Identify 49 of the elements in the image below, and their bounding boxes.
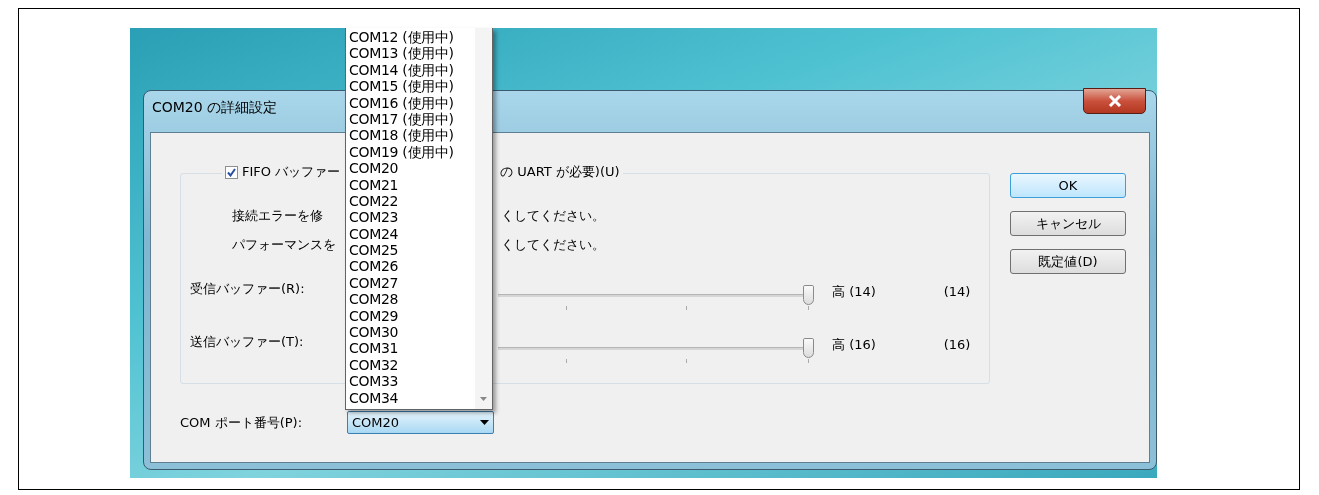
list-item[interactable]: COM18 (使用中) (349, 127, 475, 144)
slider-value: (14) (943, 284, 972, 299)
list-item[interactable]: COM14 (使用中) (349, 61, 475, 79)
slider-value: (16) (943, 337, 972, 352)
list-item[interactable]: COM31 (349, 340, 475, 357)
list-item[interactable]: COM26 (349, 258, 475, 275)
list-item[interactable]: COM25 (349, 242, 475, 259)
scrollbar[interactable] (475, 28, 492, 409)
slider-label: 送信バッファー(T): (190, 332, 304, 351)
dialog-button[interactable]: 既定値(D) (1010, 249, 1126, 274)
caret-icon (480, 420, 489, 425)
list-item[interactable]: COM12 (使用中) (349, 29, 475, 46)
close-icon (1107, 94, 1122, 107)
note-text: くしてください。 (501, 235, 605, 254)
note-text: くしてください。 (501, 206, 605, 225)
slider-thumb[interactable] (803, 285, 814, 305)
max-label: 高 (14) (832, 282, 877, 301)
list-item[interactable]: COM24 (349, 225, 475, 243)
slider-thumb[interactable] (803, 338, 814, 358)
list-item[interactable]: COM13 (使用中) (349, 45, 475, 62)
list-item[interactable]: COM20 (349, 160, 475, 177)
list-item[interactable]: COM27 (349, 274, 475, 292)
list-item[interactable]: COM23 (349, 209, 475, 226)
list-item[interactable]: COM33 (349, 373, 475, 390)
note-text: パフォーマンスを (232, 235, 336, 254)
list-item[interactable]: COM15 (使用中) (349, 78, 475, 95)
list-item[interactable]: COM29 (349, 307, 475, 325)
list-item[interactable]: COM16 (使用中) (349, 94, 475, 111)
slider-label: 受信バッファー(R): (190, 279, 305, 298)
list-item[interactable]: COM30 (349, 324, 475, 341)
close-button[interactable] (1083, 87, 1146, 114)
fifo-checkbox[interactable] (225, 165, 238, 179)
list-item[interactable]: COM22 (349, 192, 475, 210)
scroll-down-icon[interactable] (480, 397, 487, 401)
list-item[interactable]: COM17 (使用中) (349, 110, 475, 128)
list-item[interactable]: COM34 (349, 389, 475, 406)
dialog-button[interactable]: キャンセル (1010, 211, 1126, 236)
port-dropdown[interactable]: COM20 (347, 411, 494, 434)
max-label: 高 (16) (832, 335, 877, 354)
port-label: COM ポート番号(P): (180, 413, 304, 432)
dialog-button[interactable]: OK (1010, 173, 1126, 198)
list-item[interactable]: COM19 (使用中) (349, 143, 475, 161)
list-item[interactable]: COM28 (349, 291, 475, 308)
list-item[interactable]: COM32 (349, 356, 475, 374)
list-item[interactable]: COM21 (349, 176, 475, 193)
checkbox-label: FIFO バッファー (242, 163, 341, 181)
window-title: COM20 の詳細設定 (152, 98, 278, 117)
note-text: 接続エラーを修 (232, 206, 323, 225)
checkbox-label: の UART が必要)(U) (500, 163, 620, 181)
